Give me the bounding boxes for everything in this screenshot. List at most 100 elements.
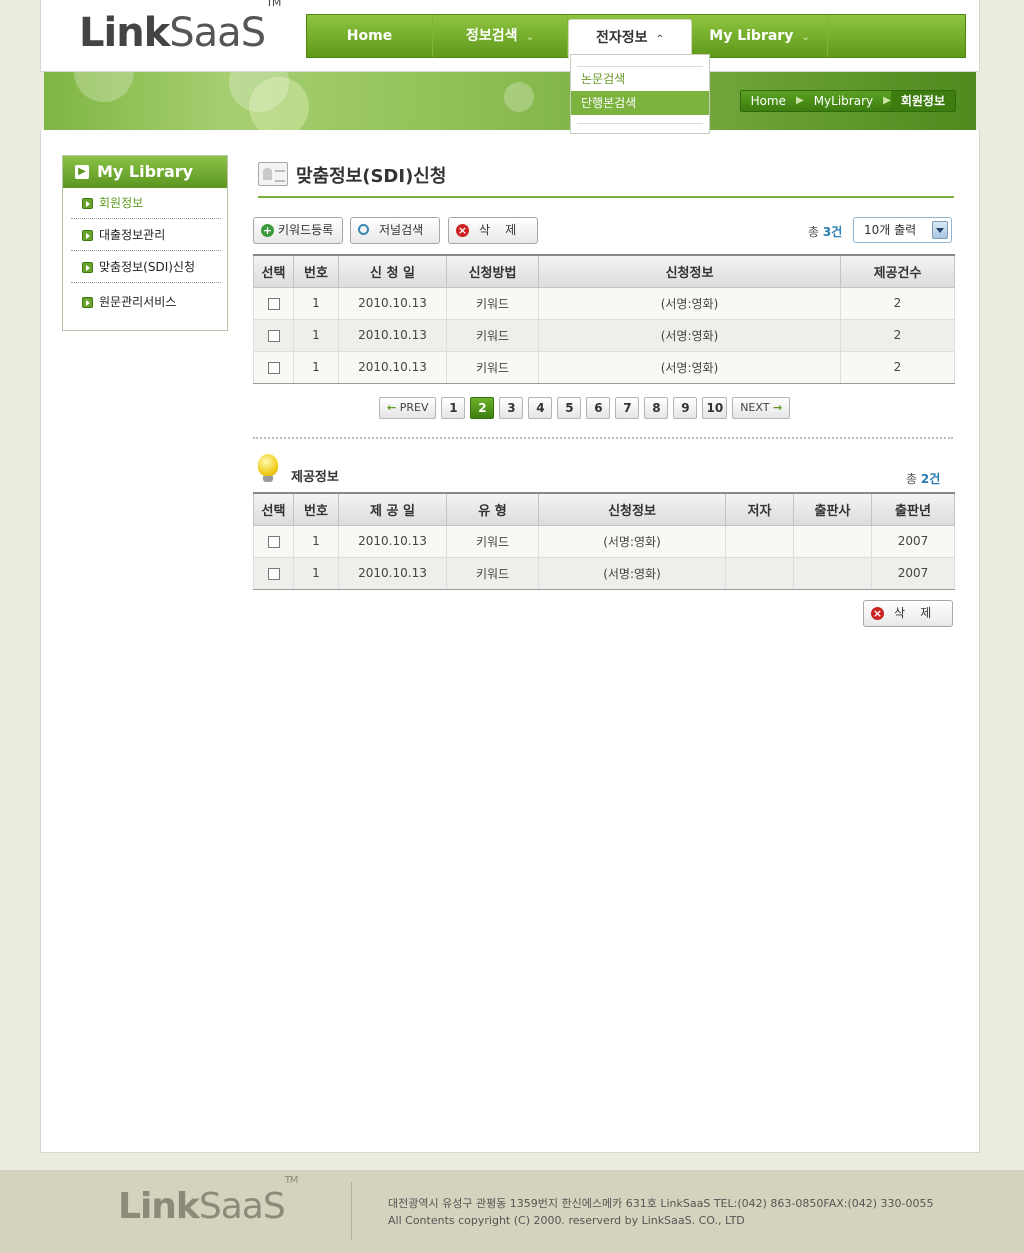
logo-main-text: Link <box>79 10 170 56</box>
cell-number: 1 <box>293 286 339 320</box>
chevron-down-icon <box>932 221 948 239</box>
select-cell <box>253 556 294 590</box>
cell-count: 2 <box>840 318 955 352</box>
page-8[interactable]: 8 <box>644 397 669 419</box>
delete-provided-button[interactable]: × 삭 제 <box>863 600 953 627</box>
row-checkbox[interactable] <box>267 297 280 310</box>
side-item-label: 회원정보 <box>99 196 144 210</box>
page-4[interactable]: 4 <box>528 397 553 419</box>
cell-author <box>725 524 794 558</box>
page-title: 맞춤정보(SDI)신청 <box>296 166 447 187</box>
delete-button[interactable]: × 삭 제 <box>448 217 538 244</box>
side-item-label: 맞춤정보(SDI)신청 <box>99 260 196 274</box>
row-checkbox[interactable] <box>267 361 280 374</box>
next-button[interactable]: NEXT → <box>732 397 791 419</box>
banner: Home ▶ MyLibrary ▶ 회원정보 <box>44 72 976 130</box>
page-9[interactable]: 9 <box>673 397 698 419</box>
col-header-type: 유 형 <box>446 492 539 526</box>
gnb-search-label: 정보검색 <box>466 28 518 44</box>
bullet-icon <box>82 198 93 209</box>
cell-date: 2010.10.13 <box>338 524 447 558</box>
col-header-author: 저자 <box>725 492 794 526</box>
row-checkbox[interactable] <box>267 535 280 548</box>
gnb-eresource[interactable]: 전자정보 ⌃ <box>568 19 692 59</box>
select-cell <box>253 524 294 558</box>
cell-info: (서명:영화) <box>538 556 726 590</box>
table-row: 1 2010.10.13 키워드 (서명:영화) 2007 <box>253 556 955 590</box>
eresource-dropdown: 논문검색 단행본검색 <box>570 54 710 134</box>
page-5[interactable]: 5 <box>557 397 582 419</box>
table-row: 1 2010.10.13 키워드 (서명:영화) 2 <box>253 350 955 384</box>
page-7[interactable]: 7 <box>615 397 640 419</box>
cell-date: 2010.10.13 <box>338 286 447 320</box>
dropdown-item-book-search[interactable]: 단행본검색 <box>571 91 709 115</box>
cell-method: 키워드 <box>446 286 539 320</box>
cell-type: 키워드 <box>446 524 539 558</box>
lightbulb-icon <box>258 454 278 482</box>
page-1[interactable]: 1 <box>441 397 466 419</box>
gnb-mylibrary[interactable]: My Library ⌄ <box>692 15 828 57</box>
header: LinkSaaSTM Home 정보검색 ⌄ 전자정보 ⌃ My Library ⌄ <box>40 0 980 72</box>
arrow-box-icon: ▶ <box>75 165 89 179</box>
col-header-date: 제 공 일 <box>338 492 447 526</box>
table-row: 1 2010.10.13 키워드 (서명:영화) 2 <box>253 286 955 320</box>
journal-search-button[interactable]: 저널검색 <box>350 217 440 244</box>
cell-info: (서명:영화) <box>538 524 726 558</box>
footer-address: 대전광역시 유성구 관평동 1359번지 한신에스메카 631호 LinkSaa… <box>388 1197 934 1210</box>
col-header-select: 선택 <box>253 254 294 288</box>
keyword-register-button[interactable]: + 키워드등록 <box>253 217 343 244</box>
breadcrumb-home[interactable]: Home <box>741 91 796 111</box>
decor-bubble <box>249 77 309 130</box>
side-item-loan-info[interactable]: 대출정보관리 <box>71 220 221 251</box>
side-item-sdi[interactable]: 맞춤정보(SDI)신청 <box>71 252 221 283</box>
chevron-up-icon: ⌃ <box>655 34 664 45</box>
page-6[interactable]: 6 <box>586 397 611 419</box>
side-item-original-service[interactable]: 원문관리서비스 <box>71 287 221 318</box>
gnb-search[interactable]: 정보검색 ⌄ <box>433 15 568 57</box>
gnb-home[interactable]: Home <box>307 15 433 57</box>
col-header-count: 제공건수 <box>840 254 955 288</box>
side-item-label: 원문관리서비스 <box>99 295 177 309</box>
cell-year: 2007 <box>871 556 955 590</box>
page-3[interactable]: 3 <box>499 397 524 419</box>
provided-table: 선택 번호 제 공 일 유 형 신청정보 저자 출판사 출판년 1 2010.1… <box>253 492 955 590</box>
pagination: ← PREV 1 2 3 4 5 6 7 8 9 10 NEXT → <box>379 397 791 419</box>
footer-copyright: All Contents copyright (C) 2000. reserve… <box>388 1214 745 1227</box>
page-size-select[interactable]: 10개 출력 <box>853 217 952 243</box>
prev-button[interactable]: ← PREV <box>379 397 437 419</box>
row-checkbox[interactable] <box>267 567 280 580</box>
total-count: 총 3건 <box>808 223 842 240</box>
chevron-down-icon: ⌄ <box>801 32 810 43</box>
dropdown-item-paper-search[interactable]: 논문검색 <box>571 67 709 91</box>
button-label: 삭 제 <box>479 223 517 237</box>
button-label: 저널검색 <box>379 223 424 237</box>
arrow-right-icon: → <box>772 401 783 414</box>
side-item-label: 대출정보관리 <box>99 228 166 242</box>
table-row: 1 2010.10.13 키워드 (서명:영화) 2 <box>253 318 955 352</box>
side-item-member-info[interactable]: 회원정보 <box>71 188 221 219</box>
cell-type: 키워드 <box>446 556 539 590</box>
page-10[interactable]: 10 <box>702 397 728 419</box>
total-count-2: 총 2건 <box>906 470 940 487</box>
select-cell <box>253 350 294 384</box>
plus-icon: + <box>261 224 274 237</box>
logo[interactable]: LinkSaaSTM <box>79 0 281 56</box>
row-checkbox[interactable] <box>267 329 280 342</box>
cell-info: (서명:영화) <box>538 350 841 384</box>
bullet-icon <box>82 297 93 308</box>
breadcrumb-mylibrary[interactable]: MyLibrary <box>804 91 883 111</box>
bullet-icon <box>82 230 93 241</box>
cell-count: 2 <box>840 286 955 320</box>
decor-bubble <box>74 72 134 102</box>
total-prefix: 총 <box>906 472 918 486</box>
breadcrumb: Home ▶ MyLibrary ▶ 회원정보 <box>739 90 956 112</box>
global-nav: Home 정보검색 ⌄ 전자정보 ⌃ My Library ⌄ <box>306 14 966 59</box>
close-icon: × <box>871 607 884 620</box>
side-menu-title-text: My Library <box>97 162 194 181</box>
cell-method: 키워드 <box>446 350 539 384</box>
page-2[interactable]: 2 <box>470 397 495 419</box>
col-header-select: 선택 <box>253 492 294 526</box>
divider <box>253 437 953 439</box>
cell-publisher <box>793 556 872 590</box>
select-cell <box>253 318 294 352</box>
